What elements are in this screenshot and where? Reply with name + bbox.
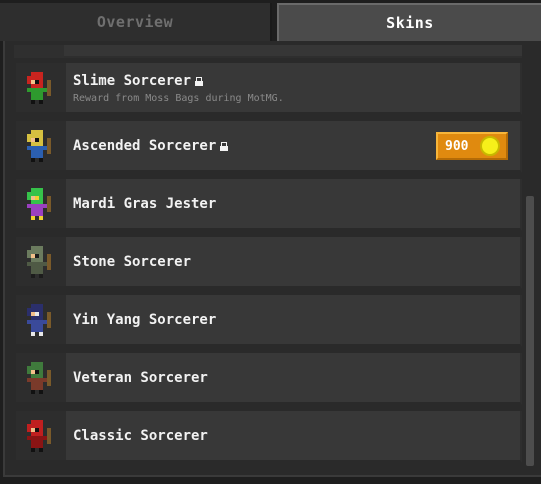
stone-sorcerer-icon (16, 237, 66, 286)
stone-sorcerer-sprite (27, 245, 51, 278)
yin-yang-sorcerer-icon (16, 295, 66, 344)
slime-sorcerer-icon (16, 63, 66, 112)
tab-skins[interactable]: Skins (277, 3, 541, 41)
skin-name: Yin Yang Sorcerer (73, 312, 217, 328)
skin-row-slime-sorcerer[interactable]: Slime Sorcerer Reward from Moss Bags dur… (16, 63, 522, 115)
scrollbar-thumb[interactable] (526, 196, 534, 466)
mardi-gras-jester-sprite (27, 187, 51, 220)
slime-sorcerer-sprite (27, 71, 51, 104)
skin-row-ascended-sorcerer[interactable]: Ascended Sorcerer 900 (16, 121, 522, 173)
mardi-gras-jester-icon (16, 179, 66, 228)
skin-row-classic-sorcerer[interactable]: Classic Sorcerer (16, 411, 522, 463)
scroll-track (528, 41, 532, 196)
ascended-sorcerer-icon (16, 121, 66, 170)
skin-name: Ascended Sorcerer (73, 138, 217, 154)
classic-sorcerer-icon (16, 411, 66, 460)
skin-name: Stone Sorcerer (73, 254, 192, 270)
skin-row-stone-sorcerer[interactable]: Stone Sorcerer (16, 237, 522, 289)
skin-row-veteran-sorcerer[interactable]: Veteran Sorcerer (16, 353, 522, 405)
list-item-partial (14, 45, 522, 58)
skin-row-yin-yang-sorcerer[interactable]: Yin Yang Sorcerer (16, 295, 522, 347)
skin-name: Slime Sorcerer (73, 73, 192, 89)
price-amount: 900 (445, 138, 469, 154)
yin-yang-sorcerer-sprite (27, 303, 51, 336)
buy-button[interactable]: 900 (436, 132, 508, 160)
skin-name: Classic Sorcerer (73, 428, 208, 444)
veteran-sorcerer-icon (16, 353, 66, 402)
skin-name: Veteran Sorcerer (73, 370, 208, 386)
classic-sorcerer-sprite (27, 419, 51, 452)
tab-overview[interactable]: Overview (0, 3, 272, 41)
coin-icon (480, 136, 500, 156)
tab-bar: Overview Skins (0, 0, 541, 41)
ascended-sorcerer-sprite (27, 129, 51, 162)
lock-icon (195, 77, 204, 86)
lock-icon (220, 142, 229, 151)
skin-subtitle: Reward from Moss Bags during MotMG. (73, 93, 284, 104)
skin-name: Mardi Gras Jester (73, 196, 217, 212)
veteran-sorcerer-sprite (27, 361, 51, 394)
skin-row-mardi-gras-jester[interactable]: Mardi Gras Jester (16, 179, 522, 231)
